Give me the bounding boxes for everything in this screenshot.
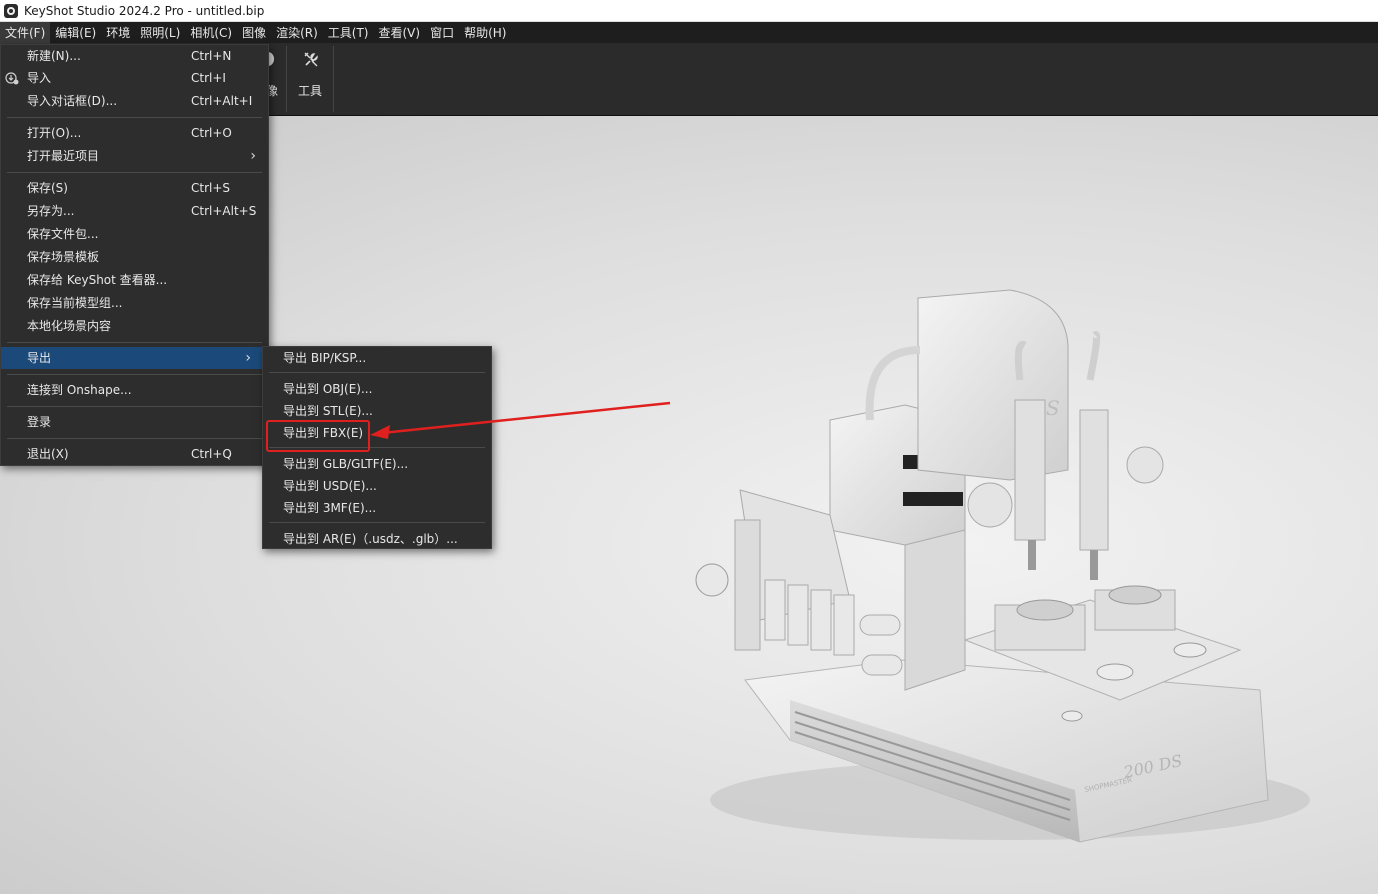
menu-item-localize-scene[interactable]: 本地化场景内容 — [1, 315, 268, 337]
menu-separator — [7, 406, 262, 407]
title-bar: KeyShot Studio 2024.2 Pro - untitled.bip — [0, 0, 1378, 22]
menu-bar: 文件(F) 编辑(E) 环境 照明(L) 相机(C) 图像 渲染(R) 工具(T… — [0, 21, 1378, 44]
toolbar-divider — [333, 46, 334, 112]
menu-separator — [7, 342, 262, 343]
menu-item-save-for-viewer[interactable]: 保存给 KeyShot 查看器... — [1, 269, 268, 291]
menu-separator — [7, 374, 262, 375]
chevron-right-icon: › — [250, 148, 256, 164]
menu-help[interactable]: 帮助(H) — [459, 22, 511, 44]
annotation-arrow-icon — [370, 401, 671, 439]
menu-item-login[interactable]: 登录 — [1, 411, 268, 433]
toolbar-tools-label: 工具 — [298, 84, 323, 98]
toolbar-tools-button[interactable]: 工具 — [292, 44, 332, 116]
menu-item-exit[interactable]: 退出(X) Ctrl+Q — [1, 443, 268, 465]
menu-separator — [7, 172, 262, 173]
menu-item-open[interactable]: 打开(O)... Ctrl+O — [1, 122, 268, 144]
menu-view[interactable]: 查看(V) — [373, 22, 425, 44]
menu-item-export-3mf[interactable]: 导出到 3MF(E)... — [263, 497, 491, 519]
menu-lighting[interactable]: 照明(L) — [135, 22, 185, 44]
menu-item-export[interactable]: 导出 › — [1, 347, 263, 369]
menu-item-export-ar[interactable]: 导出到 AR(E)（.usdz、.glb）... — [263, 528, 491, 550]
menu-separator — [269, 372, 485, 373]
menu-item-export-bip[interactable]: 导出 BIP/KSP... — [263, 347, 491, 369]
menu-environment[interactable]: 环境 — [101, 22, 135, 44]
menu-item-save-model-set[interactable]: 保存当前模型组... — [1, 292, 268, 314]
window-title: KeyShot Studio 2024.2 Pro - untitled.bip — [24, 3, 265, 18]
menu-file[interactable]: 文件(F) — [0, 21, 51, 44]
menu-camera[interactable]: 相机(C) — [185, 22, 237, 44]
menu-window[interactable]: 窗口 — [425, 22, 459, 44]
keyshot-app-icon — [4, 3, 18, 18]
menu-item-import-dialog[interactable]: 导入对话框(D)... Ctrl+Alt+I — [1, 90, 268, 112]
menu-item-export-glb[interactable]: 导出到 GLB/GLTF(E)... — [263, 453, 491, 475]
menu-separator — [7, 117, 262, 118]
menu-render[interactable]: 渲染(R) — [271, 22, 323, 44]
menu-item-save-as[interactable]: 另存为... Ctrl+Alt+S — [1, 200, 268, 222]
import-icon — [5, 72, 19, 85]
tools-icon — [304, 52, 318, 67]
menu-item-new[interactable]: 新建(N)... Ctrl+N — [1, 45, 268, 67]
menu-image[interactable]: 图像 — [237, 22, 271, 44]
menu-item-connect-onshape[interactable]: 连接到 Onshape... — [1, 379, 268, 401]
toolbar-divider — [286, 46, 287, 112]
menu-item-export-usd[interactable]: 导出到 USD(E)... — [263, 475, 491, 497]
chevron-right-icon: › — [245, 350, 251, 366]
annotation-highlight-box — [266, 420, 370, 452]
menu-edit[interactable]: 编辑(E) — [50, 22, 101, 44]
menu-separator — [7, 438, 262, 439]
menu-tools[interactable]: 工具(T) — [323, 22, 374, 44]
menu-item-import[interactable]: 导入 Ctrl+I — [1, 67, 268, 89]
menu-item-save[interactable]: 保存(S) Ctrl+S — [1, 177, 268, 199]
menu-item-open-recent[interactable]: 打开最近项目 › — [1, 145, 268, 167]
menu-item-save-scene-template[interactable]: 保存场景模板 — [1, 246, 268, 268]
menu-separator — [269, 522, 485, 523]
file-menu: 新建(N)... Ctrl+N 导入 Ctrl+I 导入对话框(D)... Ct… — [0, 44, 269, 466]
menu-item-save-package[interactable]: 保存文件包... — [1, 223, 268, 245]
